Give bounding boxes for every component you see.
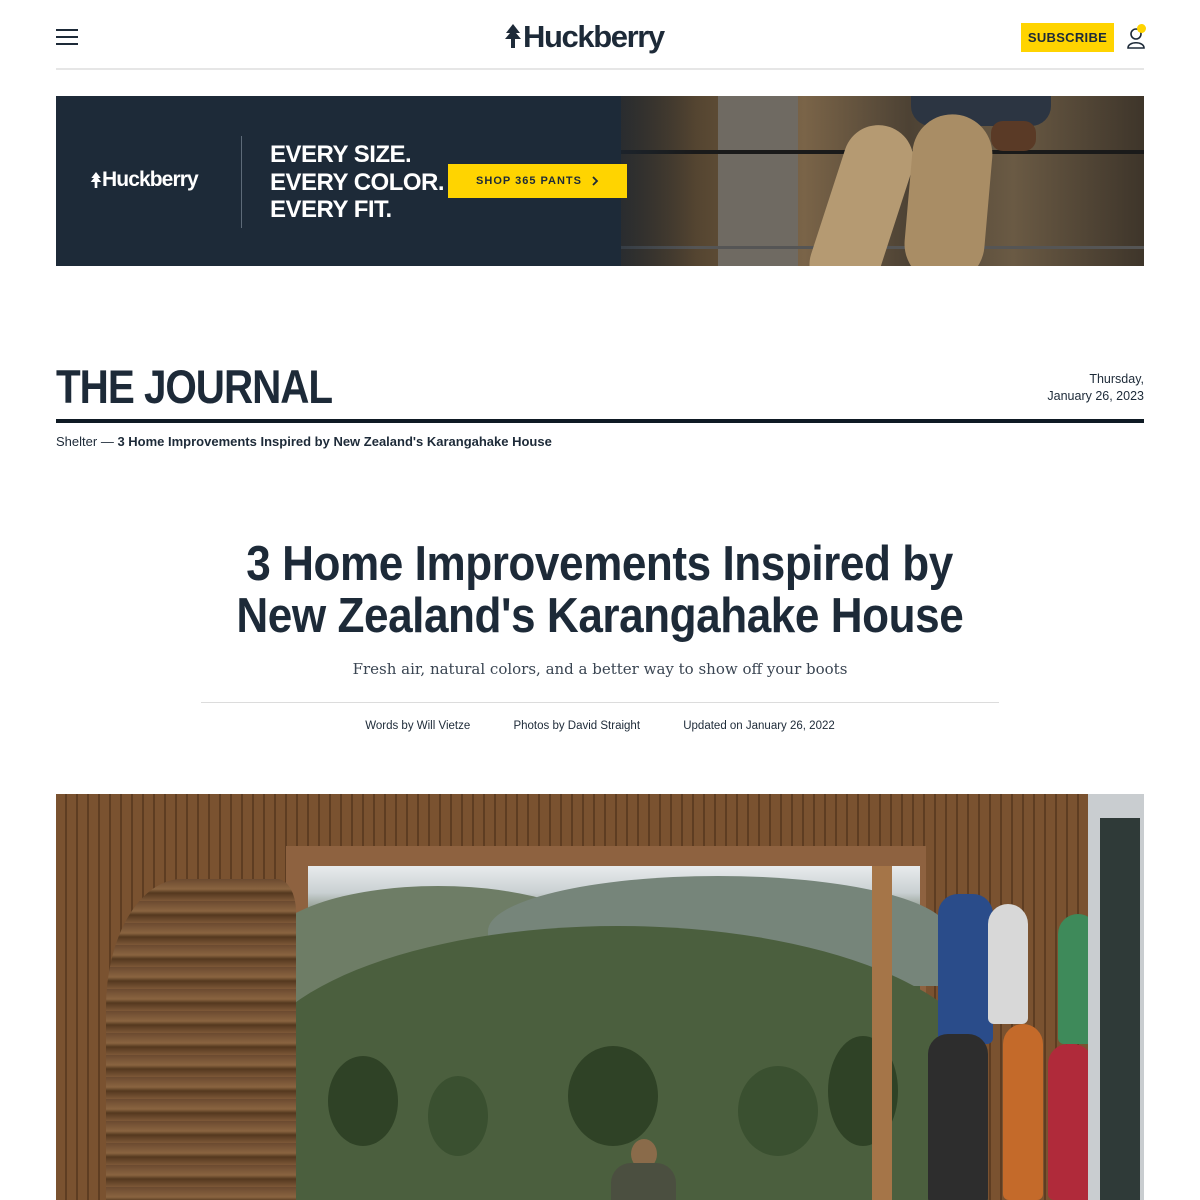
tagline-line: EVERY COLOR.	[270, 168, 445, 196]
breadcrumb: Shelter — 3 Home Improvements Inspired b…	[56, 434, 1144, 449]
jacket	[1003, 1024, 1043, 1200]
breadcrumb-current: 3 Home Improvements Inspired by New Zeal…	[117, 434, 552, 449]
person-shirt	[611, 1163, 676, 1200]
tree	[428, 1076, 488, 1156]
person-figure	[611, 1139, 676, 1200]
chevron-right-icon	[592, 176, 599, 186]
banner-logo: Huckberry	[90, 168, 199, 192]
byline-photographer[interactable]: Photos by David Straight	[513, 720, 640, 732]
glass-door	[1088, 794, 1144, 1200]
promo-banner[interactable]: Huckberry EVERY SIZE. EVERY COLOR. EVERY…	[56, 96, 1144, 266]
coat-rack	[918, 894, 1098, 1200]
site-logo[interactable]: Huckberry	[504, 18, 684, 54]
article-title-line: New Zealand's Karangahake House	[236, 589, 964, 643]
hero-image	[56, 794, 1144, 1200]
date-full: January 26, 2023	[1047, 389, 1144, 403]
byline-updated: Updated on January 26, 2022	[683, 720, 835, 732]
journal-header: THE JOURNAL Thursday, January 26, 2023	[56, 355, 1144, 423]
breadcrumb-section-link[interactable]: Shelter	[56, 434, 97, 449]
banner-tree-trunk	[718, 96, 798, 266]
article-dek: Fresh air, natural colors, and a better …	[352, 660, 848, 678]
jacket	[988, 904, 1028, 1024]
notification-dot	[1137, 24, 1146, 33]
byline-author[interactable]: Words by Will Vietze	[365, 720, 470, 732]
shop-pants-button[interactable]: SHOP 365 PANTS	[448, 164, 627, 198]
window-mullion	[872, 866, 892, 1200]
byline-divider	[201, 702, 999, 703]
banner-divider	[241, 136, 242, 228]
banner-tagline: EVERY SIZE. EVERY COLOR. EVERY FIT.	[270, 141, 445, 224]
article-byline: Words by Will Vietze Photos by David Str…	[56, 720, 1144, 732]
jacket	[928, 1034, 988, 1200]
site-header: Huckberry SUBSCRIBE	[56, 0, 1146, 70]
journal-title[interactable]: THE JOURNAL	[56, 361, 333, 413]
article-title-line: 3 Home Improvements Inspired by	[246, 537, 954, 591]
logo-wordmark: Huckberry	[523, 18, 665, 54]
tree-logo-icon	[90, 172, 102, 188]
account-button[interactable]	[1126, 24, 1148, 50]
article-title: 3 Home Improvements Inspired by New Zeal…	[56, 538, 1144, 642]
breadcrumb-separator: —	[97, 434, 118, 449]
menu-icon[interactable]	[56, 29, 78, 45]
subscribe-button[interactable]: SUBSCRIBE	[1021, 23, 1114, 52]
date-weekday: Thursday,	[1089, 372, 1144, 386]
firewood-stack	[106, 879, 296, 1200]
banner-logo-wordmark: Huckberry	[102, 168, 199, 191]
tagline-line: EVERY FIT.	[270, 196, 392, 223]
shop-pants-label: SHOP 365 PANTS	[476, 175, 582, 187]
tree-logo-icon	[505, 24, 521, 48]
tagline-line: EVERY SIZE.	[270, 141, 412, 168]
tree	[568, 1046, 658, 1146]
tree	[328, 1056, 398, 1146]
backpack	[938, 894, 993, 1044]
banner-hand	[991, 121, 1036, 151]
door-glass	[1100, 818, 1140, 1200]
tree	[738, 1066, 818, 1156]
journal-date: Thursday, January 26, 2023	[1047, 371, 1144, 405]
jacket	[1048, 1044, 1093, 1200]
